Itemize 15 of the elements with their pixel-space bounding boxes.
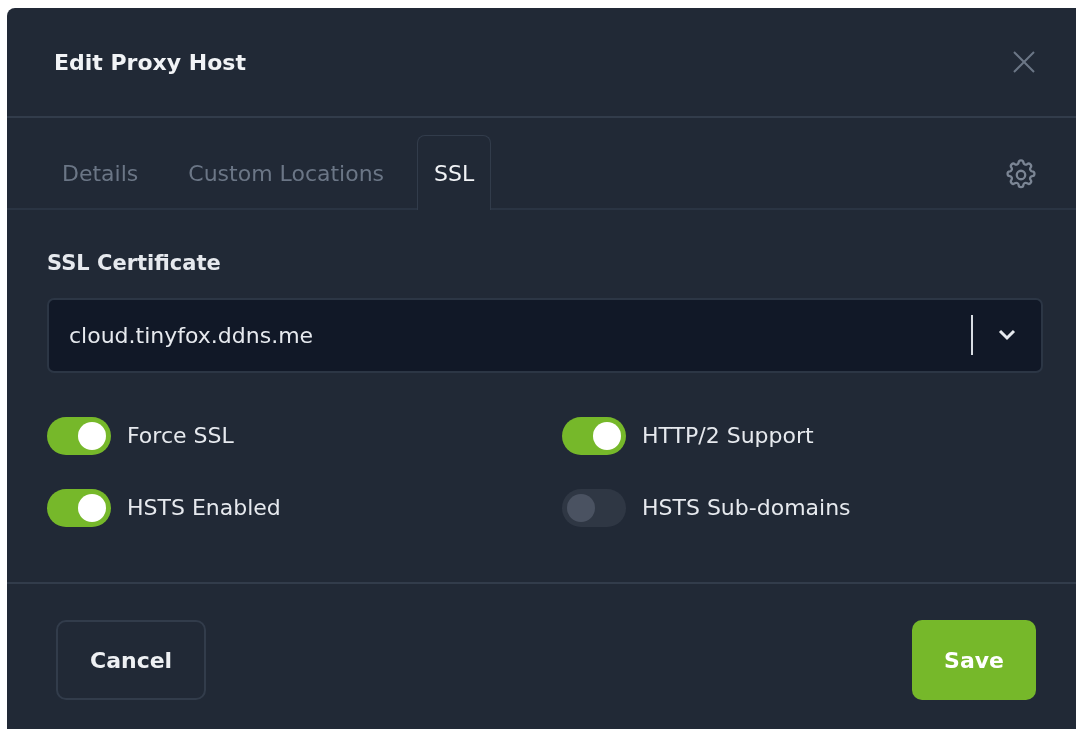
switch-label: HSTS Sub-domains [642, 494, 851, 522]
switch-label: Force SSL [127, 422, 234, 450]
tab[interactable]: SSL [417, 135, 492, 210]
field-label: SSL Certificate [47, 250, 222, 277]
switch-label: HSTS Enabled [127, 494, 281, 522]
toggle-switch[interactable] [47, 416, 111, 455]
toggle-switch[interactable] [562, 488, 626, 527]
toggle-switch[interactable] [47, 488, 111, 527]
cancel-button[interactable]: Cancel [56, 620, 207, 700]
close-icon[interactable] [1012, 50, 1036, 74]
dialog-title: Edit Proxy Host [54, 48, 246, 77]
certificate-select[interactable]: cloud.tinyfox.ddns.me [47, 297, 1043, 373]
switch-label: HTTP/2 Support [642, 422, 814, 450]
chevron-down-icon [997, 328, 1017, 342]
toggle-switch[interactable] [562, 416, 626, 455]
